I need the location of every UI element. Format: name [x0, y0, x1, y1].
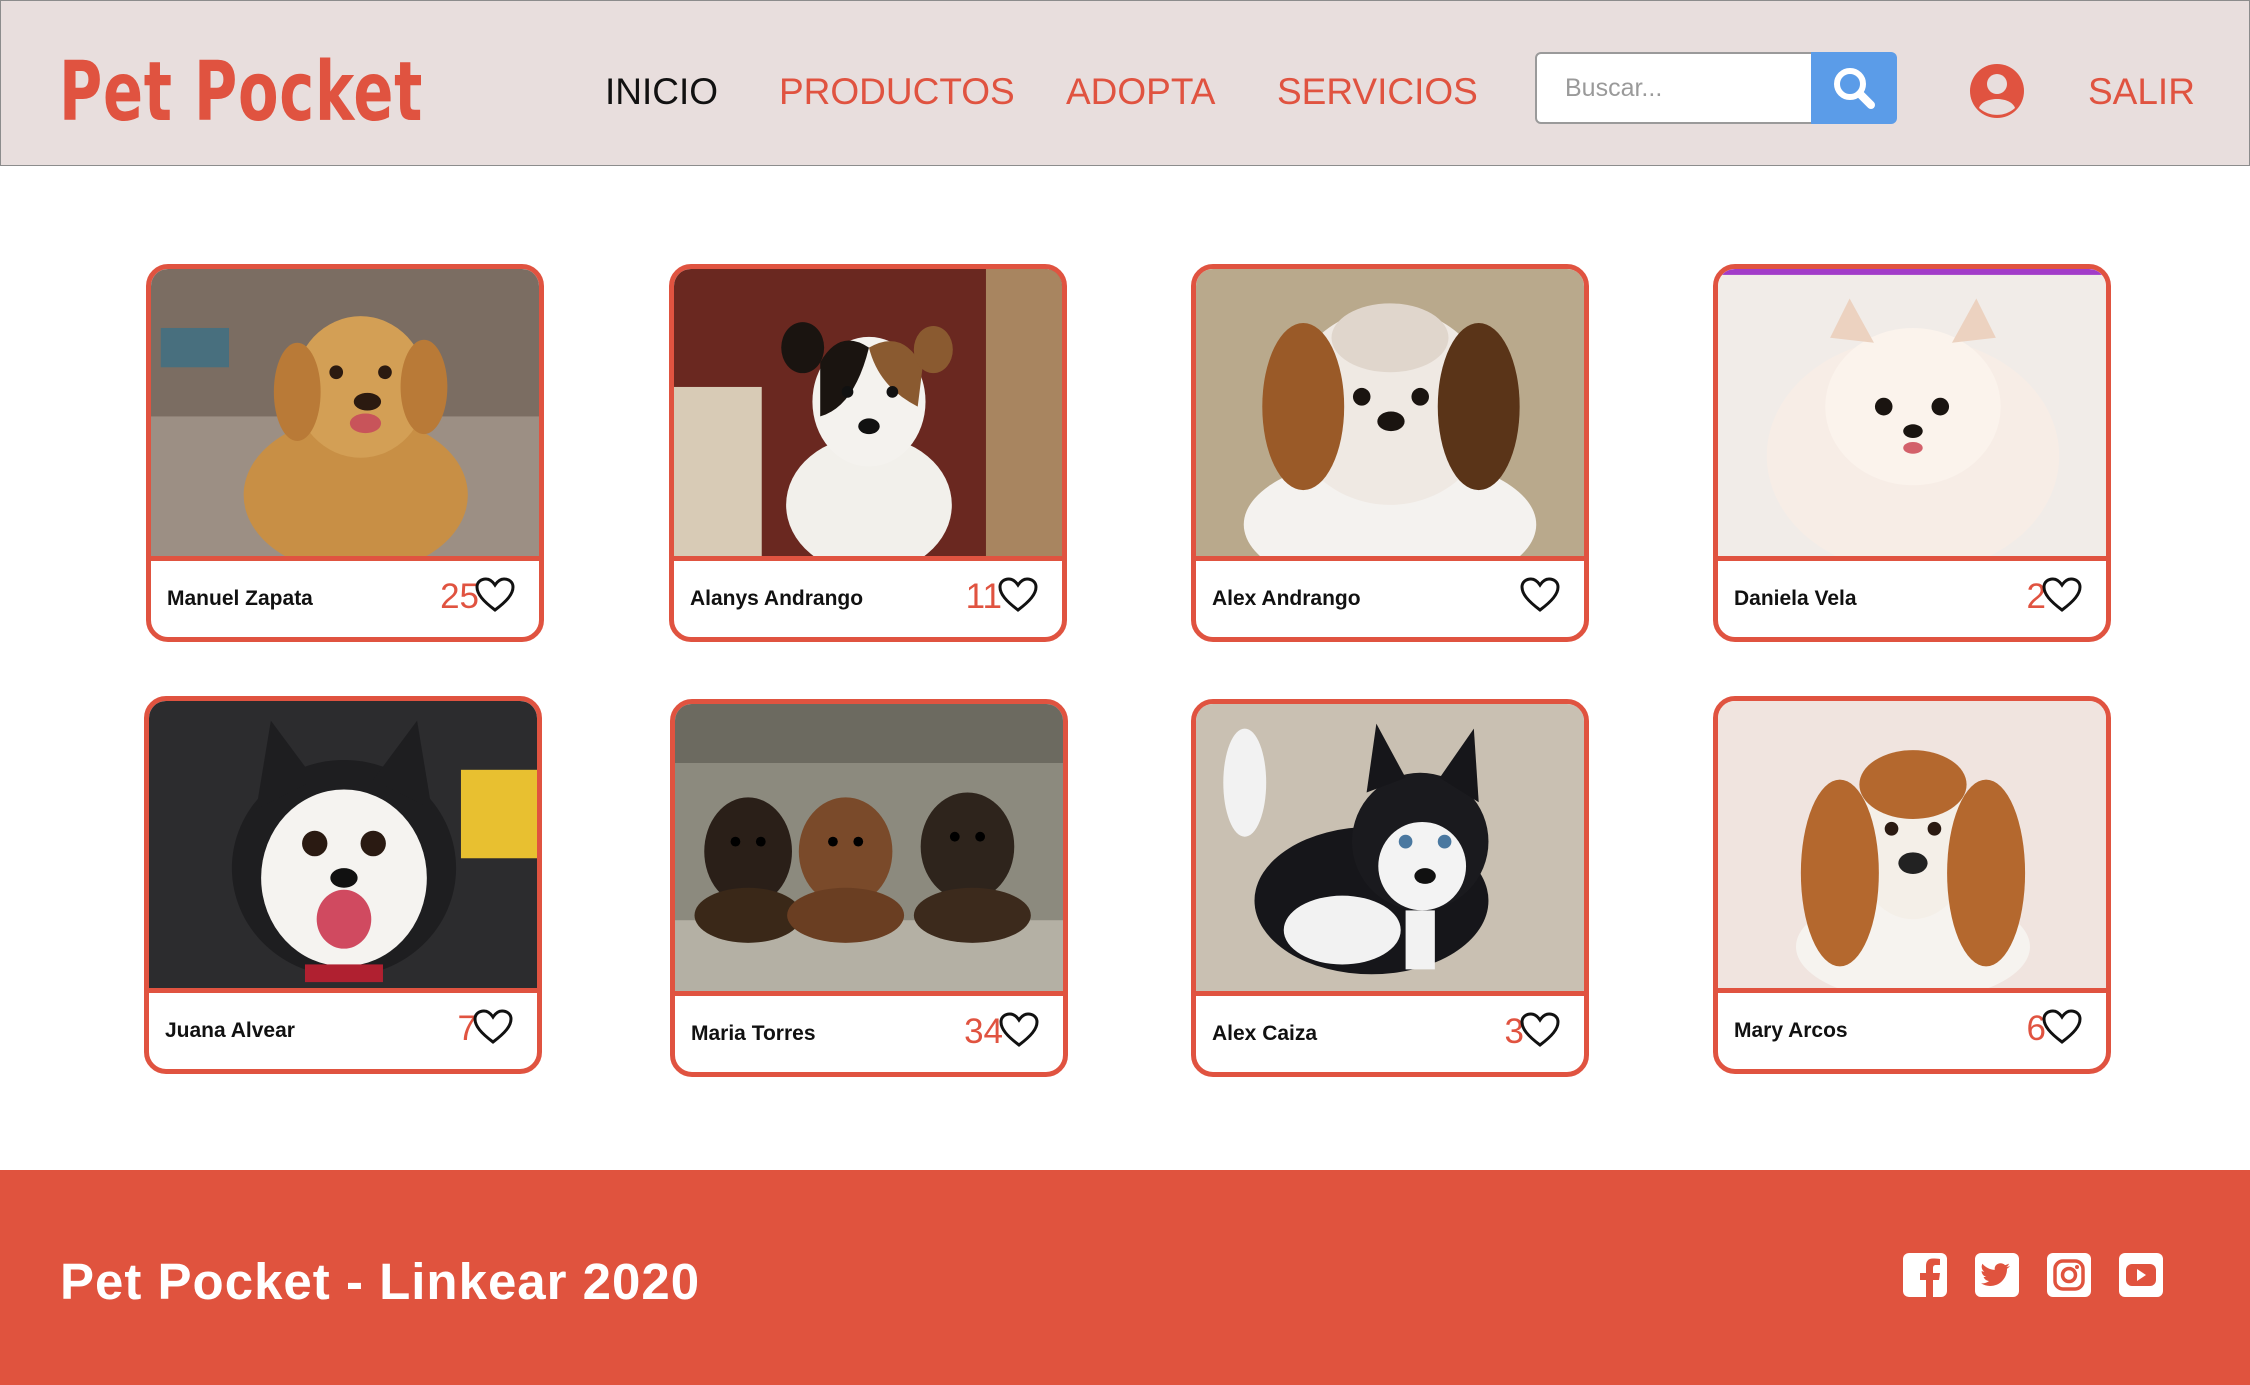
golden-retriever-photo: [151, 269, 539, 561]
owner-name: Alex Andrango: [1212, 587, 1361, 610]
owner-name: Juana Alvear: [165, 1019, 295, 1042]
site-footer: Pet Pocket - Linkear 2020: [0, 1170, 2250, 1385]
owner-name: Alex Caiza: [1212, 1022, 1318, 1045]
shih-tzu-photo: [1196, 269, 1584, 561]
search-icon: [1834, 68, 1875, 109]
nav-item-adopta[interactable]: ADOPTA: [1066, 71, 1215, 113]
pet-card[interactable]: Alex Andrango: [1191, 264, 1589, 642]
like-count: 34: [964, 1012, 1003, 1051]
owner-name: Daniela Vela: [1734, 587, 1857, 610]
pet-card[interactable]: Daniela Vela 2: [1713, 264, 2111, 642]
owner-name: Alanys Andrango: [690, 587, 864, 610]
youtube-icon[interactable]: [2118, 1252, 2164, 1298]
heart-icon[interactable]: [1520, 577, 1560, 613]
pet-card[interactable]: Mary Arcos 6: [1713, 696, 2111, 1074]
three-dachshund-puppies-photo: [675, 704, 1063, 996]
search-input[interactable]: [1535, 52, 1813, 124]
jack-russell-terrier-photo: [674, 269, 1062, 561]
owner-name: Maria Torres: [691, 1022, 816, 1045]
heart-icon[interactable]: [2042, 1009, 2082, 1045]
instagram-icon[interactable]: [2046, 1252, 2092, 1298]
top-navbar: Pet Pocket INICIO PRODUCTOS ADOPTA SERVI…: [0, 0, 2250, 166]
heart-icon[interactable]: [1520, 1012, 1560, 1048]
husky-puppy-standing-photo: [1196, 704, 1584, 996]
like-count: 11: [965, 577, 1002, 616]
pet-card[interactable]: Juana Alvear 7: [144, 696, 542, 1074]
logout-link[interactable]: SALIR: [2088, 71, 2195, 113]
nav-item-inicio[interactable]: INICIO: [605, 71, 718, 113]
pet-card[interactable]: Alanys Andrango 11: [669, 264, 1067, 642]
owner-name: Mary Arcos: [1734, 1019, 1848, 1042]
footer-copyright: Pet Pocket - Linkear 2020: [60, 1253, 701, 1310]
twitter-icon[interactable]: [1974, 1252, 2020, 1298]
owner-name: Manuel Zapata: [167, 587, 313, 610]
heart-icon[interactable]: [473, 1009, 513, 1045]
pet-card[interactable]: Maria Torres 34: [670, 699, 1068, 1077]
heart-icon[interactable]: [999, 1012, 1039, 1048]
pet-card[interactable]: Manuel Zapata 25: [146, 264, 544, 642]
search-button[interactable]: [1811, 52, 1897, 124]
heart-icon[interactable]: [998, 577, 1038, 613]
husky-puppy-smiling-photo: [149, 701, 537, 993]
heart-icon[interactable]: [475, 577, 515, 613]
user-circle-icon[interactable]: [1969, 63, 2025, 119]
basset-hound-puppy-photo: [1718, 701, 2106, 993]
nav-item-servicios[interactable]: SERVICIOS: [1277, 71, 1478, 113]
pet-card[interactable]: Alex Caiza 3: [1191, 699, 1589, 1077]
nav-item-productos[interactable]: PRODUCTOS: [779, 71, 1015, 113]
heart-icon[interactable]: [2042, 577, 2082, 613]
white-pomeranian-photo: [1718, 269, 2106, 561]
like-count: 25: [440, 577, 479, 616]
brand-logo[interactable]: Pet Pocket: [59, 45, 423, 140]
facebook-icon[interactable]: [1902, 1252, 1948, 1298]
